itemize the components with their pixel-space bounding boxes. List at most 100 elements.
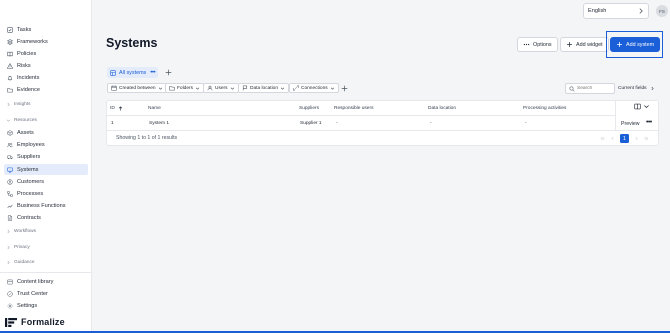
add-widget-button[interactable]: Add widget bbox=[560, 37, 609, 52]
current-fields-button[interactable]: Current fields bbox=[618, 83, 655, 94]
pager-next-button[interactable] bbox=[632, 134, 641, 143]
column-header-id[interactable]: ID bbox=[110, 106, 123, 111]
columns-icon[interactable] bbox=[634, 103, 641, 110]
folder-icon bbox=[7, 87, 13, 93]
filter-connections[interactable]: Connections bbox=[289, 83, 339, 93]
sidebar-item-evidence[interactable]: Evidence bbox=[4, 84, 88, 95]
sidebar-item-label: Processes bbox=[17, 190, 44, 197]
sidebar-item-content-library[interactable]: Content library bbox=[4, 276, 88, 287]
chevron-down-icon bbox=[158, 86, 163, 91]
box-icon bbox=[7, 129, 13, 136]
group-label: Insights bbox=[14, 102, 31, 107]
sidebar-group-workflows[interactable]: Workflows bbox=[6, 227, 36, 236]
sidebar-item-policies[interactable]: Policies bbox=[4, 48, 88, 59]
row-more-icon[interactable]: ••• bbox=[646, 119, 652, 126]
sidebar-group-guidance[interactable]: Guidance bbox=[6, 258, 35, 267]
sidebar-item-label: Customers bbox=[17, 178, 45, 185]
page-title: Systems bbox=[106, 36, 158, 50]
column-header-responsible-users[interactable]: Responsible users bbox=[334, 106, 373, 111]
sidebar-item-employees[interactable]: Employees bbox=[4, 139, 88, 150]
cell-id: 1 bbox=[111, 121, 114, 126]
language-select[interactable]: English bbox=[583, 3, 649, 19]
sidebar-item-settings[interactable]: Settings bbox=[4, 300, 88, 311]
cell-responsible-users: - bbox=[336, 121, 338, 126]
chevron-right-icon bbox=[635, 136, 638, 141]
sidebar-item-frameworks[interactable]: Frameworks bbox=[4, 36, 88, 47]
plus-icon bbox=[566, 41, 573, 48]
cell-suppliers[interactable]: Supplier 1 bbox=[300, 121, 322, 126]
sidebar-item-business-functions[interactable]: Business Functions bbox=[4, 200, 88, 211]
pager-first-button[interactable] bbox=[598, 134, 607, 143]
sidebar-item-label: Employees bbox=[17, 141, 45, 148]
cell-name[interactable]: System 1 bbox=[149, 121, 169, 126]
book-icon bbox=[7, 51, 13, 57]
column-header-suppliers[interactable]: Suppliers bbox=[299, 106, 319, 111]
library-icon bbox=[7, 279, 13, 285]
filter-created-between[interactable]: Created between bbox=[107, 83, 167, 93]
tab-all-systems[interactable]: All systems ••• bbox=[107, 67, 159, 78]
group-label: Privacy bbox=[14, 245, 30, 250]
layers-icon bbox=[7, 38, 13, 45]
pager-page-1[interactable]: 1 bbox=[620, 134, 629, 143]
sidebar-item-suppliers[interactable]: Suppliers bbox=[4, 151, 88, 162]
shield-icon bbox=[7, 290, 13, 297]
column-header-data-location[interactable]: Data location bbox=[428, 106, 456, 111]
table-icon bbox=[110, 69, 116, 76]
language-value: English bbox=[588, 8, 607, 14]
systems-table bbox=[106, 100, 659, 146]
column-header-processing-activities[interactable]: Processing activities bbox=[523, 106, 566, 111]
chevron-down-icon bbox=[6, 118, 11, 123]
chevron-down-icon[interactable] bbox=[643, 103, 650, 110]
filter-label: Connections bbox=[301, 85, 328, 91]
sidebar-item-systems[interactable]: Systems bbox=[4, 164, 88, 175]
sidebar-group-resources[interactable]: Resources bbox=[6, 116, 37, 125]
sort-asc-icon bbox=[118, 106, 123, 111]
search-input[interactable] bbox=[577, 86, 615, 91]
group-label: Guidance bbox=[14, 260, 35, 265]
formalize-logo-icon bbox=[5, 317, 17, 327]
sidebar-item-tasks[interactable]: Tasks bbox=[4, 24, 88, 35]
sidebar-item-processes[interactable]: Processes bbox=[4, 188, 88, 199]
chevron-right-icon bbox=[651, 86, 654, 91]
add-widget-label: Add widget bbox=[576, 41, 603, 48]
sidebar-item-incidents[interactable]: Incidents bbox=[4, 72, 88, 83]
sidebar-group-privacy[interactable]: Privacy bbox=[6, 243, 30, 252]
add-view-button[interactable] bbox=[164, 67, 172, 77]
sidebar-item-label: Settings bbox=[17, 302, 38, 309]
pager-prev-button[interactable] bbox=[608, 134, 617, 143]
search-icon bbox=[569, 86, 575, 92]
sidebar-item-risks[interactable]: Risks bbox=[4, 60, 88, 71]
bell-icon bbox=[7, 75, 13, 81]
column-header-name[interactable]: Name bbox=[148, 106, 161, 111]
sidebar-item-trust-center[interactable]: Trust Center bbox=[4, 288, 88, 299]
options-button[interactable]: Options bbox=[517, 37, 558, 52]
sidebar-item-label: Risks bbox=[17, 62, 31, 69]
pager-last-button[interactable] bbox=[642, 134, 651, 143]
preview-link[interactable]: Preview bbox=[621, 121, 639, 127]
results-summary: Showing 1 to 1 of 1 results bbox=[116, 135, 178, 141]
sidebar-item-customers[interactable]: Customers bbox=[4, 176, 88, 187]
chevron-right-icon bbox=[6, 102, 11, 107]
filter-users[interactable]: Users bbox=[203, 83, 239, 93]
avatar[interactable]: FS bbox=[656, 5, 668, 17]
brand[interactable]: Formalize bbox=[5, 317, 65, 327]
sidebar-item-contracts[interactable]: Contracts bbox=[4, 212, 88, 223]
add-system-label: Add system bbox=[626, 41, 655, 48]
sidebar-group-insights[interactable]: Insights bbox=[6, 100, 31, 109]
chevron-down-icon bbox=[230, 86, 235, 91]
add-filter-button[interactable] bbox=[340, 83, 348, 93]
calendar-icon bbox=[111, 85, 117, 91]
tab-more-icon[interactable]: ••• bbox=[150, 70, 155, 76]
filter-label: Data location bbox=[250, 85, 278, 91]
warning-icon bbox=[7, 62, 13, 69]
options-label: Options bbox=[533, 41, 552, 48]
folder-icon bbox=[169, 85, 175, 91]
sidebar-item-assets[interactable]: Assets bbox=[4, 127, 88, 138]
group-label: Workflows bbox=[14, 229, 37, 234]
search-box[interactable] bbox=[565, 83, 615, 94]
filter-data-location[interactable]: Data location bbox=[238, 83, 289, 93]
sidebar-item-label: Policies bbox=[17, 50, 37, 57]
filter-folders[interactable]: Folders bbox=[165, 83, 204, 93]
more-horizontal-icon bbox=[523, 41, 530, 48]
add-system-button[interactable]: Add system bbox=[610, 37, 661, 52]
